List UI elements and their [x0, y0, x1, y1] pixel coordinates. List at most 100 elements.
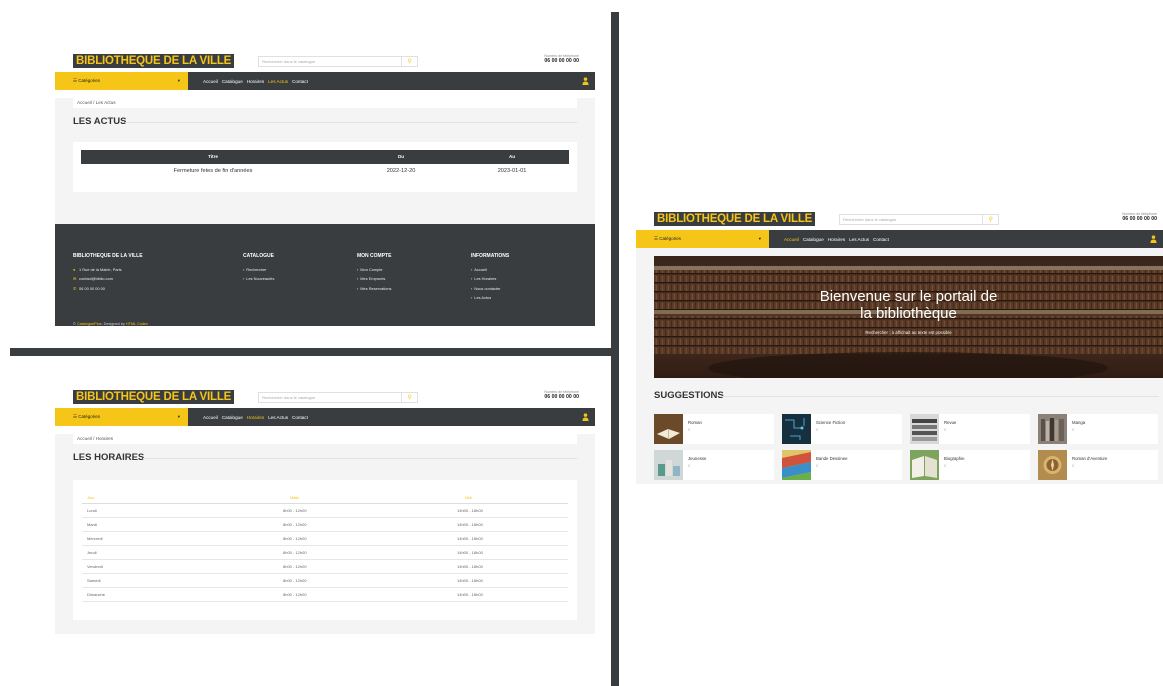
footer-link-nouveautes[interactable]: › Les Nouveautés — [243, 274, 274, 283]
category-count: 0 — [816, 464, 818, 468]
cell-du: 2022-12-20 — [386, 168, 416, 174]
nav-link-horaires[interactable]: Horaires — [247, 79, 264, 84]
title-underline — [143, 458, 577, 459]
category-count: 0 — [688, 464, 690, 468]
hero-title: Bienvenue sur le portail de la bibliothè… — [654, 288, 1163, 322]
category-count: 0 — [1072, 464, 1074, 468]
user-icon[interactable] — [582, 413, 589, 421]
nav-link-catalogue[interactable]: Catalogue — [803, 237, 824, 242]
user-icon[interactable] — [1150, 235, 1157, 243]
footer-email[interactable]: ✉ contact@biblio.com — [73, 274, 143, 283]
category-card-revue[interactable]: Revue 0 — [910, 414, 1030, 444]
nav-link-catalogue[interactable]: Catalogue — [222, 415, 243, 420]
navbar: ☰ Catégories ▾ Accueil Catalogue Horaire… — [636, 230, 1163, 248]
top-header: BIBLIOTHEQUE DE LA VILLE Rechercher dans… — [55, 50, 595, 72]
category-card-roman-aventure[interactable]: Roman d'Aventure 0 — [1038, 450, 1158, 480]
nav-links: Accueil Catalogue Horaires Les Actus Con… — [769, 237, 889, 242]
circuit-icon — [782, 414, 811, 444]
search-input[interactable]: Rechercher dans le catalogue — [839, 213, 984, 225]
actus-page-screenshot: BIBLIOTHEQUE DE LA VILLE Rechercher dans… — [55, 50, 595, 326]
category-card-bande-dessinee[interactable]: Bande Dessinee 0 — [782, 450, 902, 480]
categories-label: ☰ Catégories — [73, 414, 101, 419]
nav-link-contact[interactable]: Contact — [873, 237, 889, 242]
category-name: Bande Dessinee — [816, 456, 848, 461]
hero-title-line2: la bibliothèque — [860, 305, 957, 322]
table-row[interactable]: Fermeture fetes de fin d'années 2022-12-… — [81, 164, 569, 178]
phone-number: 06 00 00 00 00 — [544, 58, 579, 64]
category-card-science-fiction[interactable]: Science Fiction 0 — [782, 414, 902, 444]
nav-link-actus[interactable]: Les Actus — [849, 237, 869, 242]
home-page-screenshot: BIBLIOTHEQUE DE LA VILLE Rechercher dans… — [636, 208, 1163, 484]
comics-icon — [782, 450, 811, 480]
page-title-text: LES ACTUS — [73, 116, 127, 127]
designer-link[interactable]: HTML Codex — [126, 322, 148, 326]
vertical-divider — [611, 12, 619, 686]
table-row: Lundi 8h00 - 12h00 14h00 - 18h00 — [82, 504, 568, 518]
footer-link-accueil[interactable]: › Accueil — [471, 265, 509, 274]
col-header-matin: Matin — [290, 496, 300, 500]
table-row: Jeudi 8h00 - 12h00 14h00 - 18h00 — [82, 546, 568, 560]
footer-link-horaires[interactable]: › Les Horaires — [471, 274, 509, 283]
categories-dropdown[interactable]: ☰ Catégories ▾ — [55, 72, 188, 90]
footer-link-mon-compte[interactable]: › Mon Compte — [357, 265, 391, 274]
search-bar: Rechercher dans le catalogue ⚲ — [258, 391, 419, 403]
actus-table: Titre Du Au Fermeture fetes de fin d'ann… — [73, 142, 577, 192]
categories-dropdown[interactable]: ☰ Catégories ▾ — [636, 230, 769, 248]
col-header-midi: Midi — [465, 496, 472, 500]
footer: BIBLIOTHEQUE DE LA VILLE ● 1 Rue de la Ma… — [55, 224, 595, 326]
search-input[interactable]: Rechercher dans le catalogue — [258, 55, 403, 67]
horizontal-divider — [10, 348, 611, 356]
category-card-manga[interactable]: Manga 0 — [1038, 414, 1158, 444]
chevron-right-icon: › — [357, 276, 359, 282]
search-button[interactable]: ⚲ — [402, 55, 419, 67]
categories-label: ☰ Catégories — [73, 78, 101, 83]
nav-link-catalogue[interactable]: Catalogue — [222, 79, 243, 84]
chevron-down-icon: ▾ — [758, 236, 761, 241]
search-button[interactable]: ⚲ — [402, 391, 419, 403]
category-count: 0 — [944, 428, 946, 432]
nav-link-accueil[interactable]: Accueil — [203, 415, 218, 420]
nav-link-accueil[interactable]: Accueil — [203, 79, 218, 84]
compass-icon — [1038, 450, 1067, 480]
footer-link-actus[interactable]: › Les Actus — [471, 293, 509, 302]
user-icon[interactable] — [582, 77, 589, 85]
footer-link-contact[interactable]: › Nous contacter — [471, 284, 509, 293]
footer-col-compte: MON COMPTE › Mon Compte › Mes Emprunts › Me… — [357, 253, 391, 293]
book-open-icon — [654, 414, 683, 444]
breadcrumb: Accueil / Horaires — [73, 434, 577, 444]
footer-link-emprunts[interactable]: › Mes Emprunts — [357, 274, 391, 283]
title-underline — [125, 122, 577, 123]
col-header-du: Du — [397, 154, 405, 159]
category-name: Science Fiction — [816, 420, 846, 425]
col-header-jour: Jour — [87, 496, 95, 500]
category-card-roman[interactable]: Roman 0 — [654, 414, 774, 444]
nav-link-contact[interactable]: Contact — [292, 79, 308, 84]
site-logo[interactable]: BIBLIOTHEQUE DE LA VILLE — [654, 212, 816, 226]
search-button[interactable]: ⚲ — [983, 213, 1000, 225]
categories-dropdown[interactable]: ☰ Catégories ▾ — [55, 408, 188, 426]
category-card-jeunesse[interactable]: Jeunesse 0 — [654, 450, 774, 480]
category-count: 0 — [688, 428, 690, 432]
footer-link-reservations[interactable]: › Mes Reservations — [357, 284, 391, 293]
nav-link-horaires[interactable]: Horaires — [247, 415, 264, 420]
search-icon: ⚲ — [407, 58, 412, 65]
search-bar: Rechercher dans le catalogue ⚲ — [258, 55, 419, 67]
navbar: ☰ Catégories ▾ Accueil Catalogue Horaire… — [55, 72, 595, 90]
categories-label: ☰ Catégories — [654, 236, 682, 241]
category-name: Manga — [1072, 420, 1086, 425]
bookshelf-icon — [1038, 414, 1067, 444]
nav-link-actus[interactable]: Les Actus — [268, 79, 288, 84]
copyright-brand-link[interactable]: CataloguePlus — [77, 322, 102, 326]
table-row: Dimanche 8h00 - 12h00 14h00 - 18h00 — [82, 588, 568, 602]
nav-link-horaires[interactable]: Horaires — [828, 237, 845, 242]
horaires-page-screenshot: BIBLIOTHEQUE DE LA VILLE Rechercher dans… — [55, 386, 595, 634]
category-card-biographie[interactable]: Biographie 0 — [910, 450, 1030, 480]
footer-link-rechercher[interactable]: › Rechercher — [243, 265, 274, 274]
suggestions-title: SUGGESTIONS — [654, 390, 724, 401]
nav-link-contact[interactable]: Contact — [292, 415, 308, 420]
nav-link-actus[interactable]: Les Actus — [268, 415, 288, 420]
site-logo[interactable]: BIBLIOTHEQUE DE LA VILLE — [73, 54, 235, 68]
site-logo[interactable]: BIBLIOTHEQUE DE LA VILLE — [73, 390, 235, 404]
nav-link-accueil[interactable]: Accueil — [784, 237, 799, 242]
search-input[interactable]: Rechercher dans le catalogue — [258, 391, 403, 403]
